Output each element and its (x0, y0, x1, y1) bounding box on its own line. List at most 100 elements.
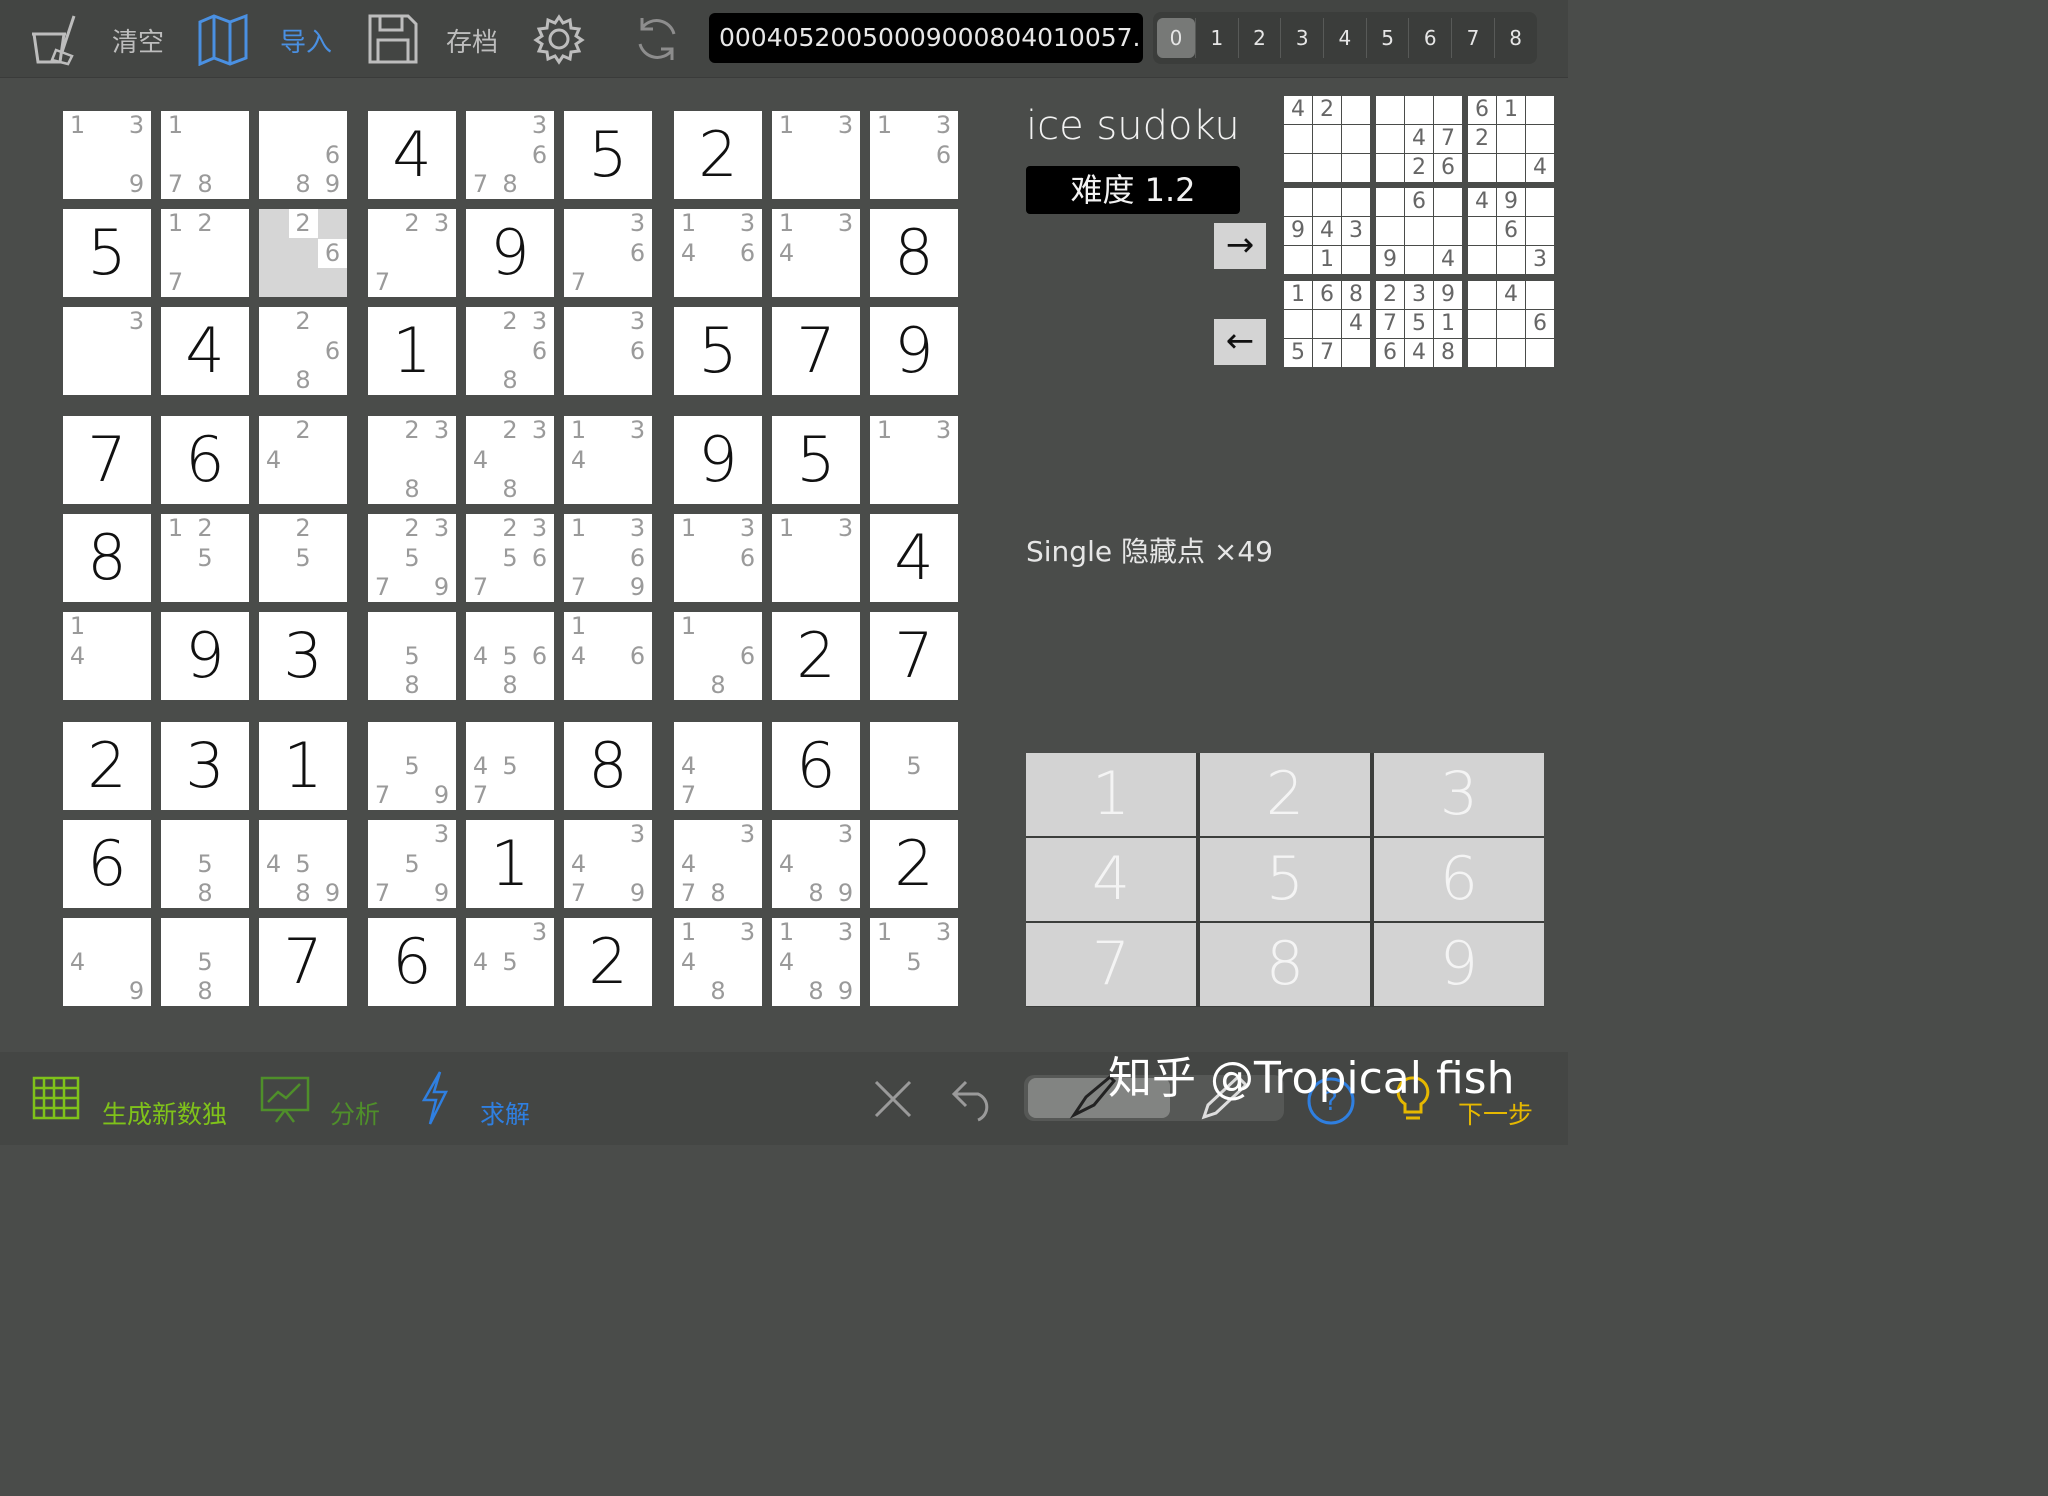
analyze-button[interactable]: 分析 (330, 1095, 380, 1131)
given-digit-cell[interactable]: 7 (772, 307, 860, 395)
candidate-cell[interactable]: 3 45 (466, 918, 554, 1006)
candidate-cell[interactable]: 1 36 7 9 (564, 514, 652, 602)
candidate-cell[interactable]: 1 35 (870, 918, 958, 1006)
candidate-cell[interactable]: 2356 7 (466, 514, 554, 602)
candidate-cell[interactable]: 2368 (466, 307, 554, 395)
numpad-key-8[interactable]: 8 (1200, 923, 1370, 1006)
candidate-cell[interactable]: 3 478 (674, 820, 762, 908)
generate-button[interactable]: 生成新数独 (102, 1095, 227, 1131)
candidate-cell[interactable]: 1 36 (674, 514, 762, 602)
clear-button[interactable]: 清空 (112, 22, 164, 59)
candidate-cell[interactable]: 13 (870, 416, 958, 504)
numpad-key-7[interactable]: 7 (1026, 923, 1196, 1006)
given-digit-cell[interactable]: 5 (564, 111, 652, 199)
candidate-cell[interactable]: 49 (63, 918, 151, 1006)
given-digit-cell[interactable]: 8 (564, 722, 652, 810)
given-digit-cell[interactable]: 4 (870, 514, 958, 602)
undo-icon[interactable] (950, 1076, 996, 1122)
candidate-cell[interactable]: 3 (63, 307, 151, 395)
given-digit-cell[interactable]: 2 (772, 612, 860, 700)
clear-broom-icon[interactable] (28, 12, 82, 66)
prev-arrow-button[interactable]: ← (1214, 319, 1266, 365)
candidate-cell[interactable]: 4589 (259, 820, 347, 908)
candidate-cell[interactable]: 23 7 (368, 209, 456, 297)
given-digit-cell[interactable]: 5 (674, 307, 762, 395)
step-2[interactable]: 2 (1237, 18, 1281, 58)
candidate-cell[interactable]: 24 (259, 416, 347, 504)
numpad-key-1[interactable]: 1 (1026, 753, 1196, 836)
given-digit-cell[interactable]: 3 (161, 722, 249, 810)
step-8[interactable]: 8 (1493, 18, 1537, 58)
candidate-cell[interactable]: 4568 (466, 612, 554, 700)
candidate-cell[interactable]: 1 3 489 (772, 918, 860, 1006)
given-digit-cell[interactable]: 7 (259, 918, 347, 1006)
candidate-cell[interactable]: 26 (259, 209, 347, 297)
numpad-key-3[interactable]: 3 (1374, 753, 1544, 836)
given-digit-cell[interactable]: 5 (63, 209, 151, 297)
step-7[interactable]: 7 (1451, 18, 1494, 58)
candidate-cell[interactable]: 2357 9 (368, 514, 456, 602)
given-digit-cell[interactable]: 1 (259, 722, 347, 810)
numpad-key-4[interactable]: 4 (1026, 838, 1196, 921)
floppy-save-icon[interactable] (366, 12, 420, 66)
chart-analyze-icon[interactable] (258, 1074, 312, 1124)
candidate-cell[interactable]: 14 (63, 612, 151, 700)
solve-button[interactable]: 求解 (480, 1095, 530, 1131)
candidate-cell[interactable]: 36 7 (564, 209, 652, 297)
candidate-cell[interactable]: 13 (772, 514, 860, 602)
given-digit-cell[interactable]: 6 (63, 820, 151, 908)
candidate-cell[interactable]: 12 7 (161, 209, 249, 297)
candidate-cell[interactable]: 36 78 (466, 111, 554, 199)
given-digit-cell[interactable]: 8 (63, 514, 151, 602)
given-digit-cell[interactable]: 2 (564, 918, 652, 1006)
next-arrow-button[interactable]: → (1214, 223, 1266, 269)
candidate-cell[interactable]: 3 47 9 (564, 820, 652, 908)
lightning-solve-icon[interactable] (420, 1070, 450, 1126)
given-digit-cell[interactable]: 9 (466, 209, 554, 297)
candidate-cell[interactable]: 5 (870, 722, 958, 810)
given-digit-cell[interactable]: 1 (368, 307, 456, 395)
given-digit-cell[interactable]: 2 (870, 820, 958, 908)
candidate-cell[interactable]: 125 (161, 514, 249, 602)
step-0[interactable]: 0 (1157, 18, 1195, 58)
given-digit-cell[interactable]: 8 (870, 209, 958, 297)
numpad-key-2[interactable]: 2 (1200, 753, 1370, 836)
candidate-cell[interactable]: 1 3 4 (564, 416, 652, 504)
candidate-cell[interactable]: 58 (161, 918, 249, 1006)
candidate-cell[interactable]: 1 36 (870, 111, 958, 199)
gear-icon[interactable] (532, 12, 586, 66)
given-digit-cell[interactable]: 3 (259, 612, 347, 700)
candidate-cell[interactable]: 13 (772, 111, 860, 199)
given-digit-cell[interactable]: 9 (870, 307, 958, 395)
puzzle-code-field[interactable]: 0004052005000900080401005​7... (709, 13, 1143, 63)
candidate-cell[interactable]: 268 (259, 307, 347, 395)
close-icon[interactable] (872, 1078, 914, 1120)
given-digit-cell[interactable]: 5 (772, 416, 860, 504)
candidate-cell[interactable]: 1 3 4 (772, 209, 860, 297)
grid-generate-icon[interactable] (32, 1076, 82, 1122)
candidate-cell[interactable]: 1 68 (674, 612, 762, 700)
step-3[interactable]: 3 (1280, 18, 1323, 58)
step-6[interactable]: 6 (1408, 18, 1451, 58)
given-digit-cell[interactable]: 2 (63, 722, 151, 810)
candidate-cell[interactable]: 25 (259, 514, 347, 602)
numpad-key-5[interactable]: 5 (1200, 838, 1370, 921)
numpad-key-6[interactable]: 6 (1374, 838, 1544, 921)
given-digit-cell[interactable]: 7 (63, 416, 151, 504)
given-digit-cell[interactable]: 2 (674, 111, 762, 199)
save-button[interactable]: 存档 (446, 22, 498, 59)
map-import-icon[interactable] (196, 12, 250, 66)
step-1[interactable]: 1 (1195, 18, 1238, 58)
given-digit-cell[interactable]: 6 (161, 416, 249, 504)
given-digit-cell[interactable]: 1 (466, 820, 554, 908)
candidate-cell[interactable]: 57 9 (368, 722, 456, 810)
given-digit-cell[interactable]: 4 (368, 111, 456, 199)
refresh-icon[interactable] (630, 12, 684, 66)
given-digit-cell[interactable]: 4 (161, 307, 249, 395)
given-digit-cell[interactable]: 7 (870, 612, 958, 700)
given-digit-cell[interactable]: 6 (368, 918, 456, 1006)
import-button[interactable]: 导入 (280, 22, 332, 59)
given-digit-cell[interactable]: 9 (161, 612, 249, 700)
given-digit-cell[interactable]: 9 (674, 416, 762, 504)
candidate-cell[interactable]: 1 78 (161, 111, 249, 199)
